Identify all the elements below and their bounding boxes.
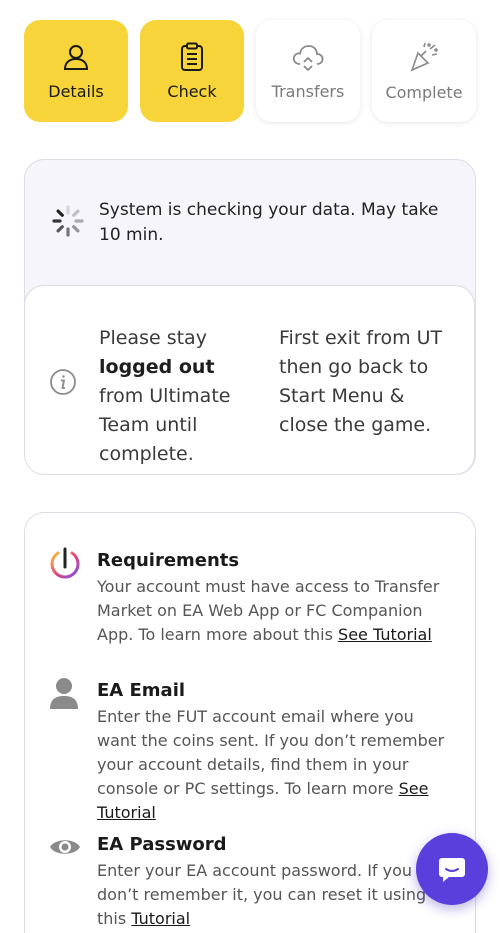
info-icon [50, 369, 76, 395]
see-tutorial-link[interactable]: See Tutorial [338, 625, 432, 644]
step-check-label: Check [167, 81, 217, 101]
requirement-item-requirements: Requirements Your account must have acce… [97, 549, 453, 647]
party-popper-icon [410, 42, 438, 71]
requirement-title: Requirements [97, 550, 240, 571]
notice-left-post: from Ultimate Team until complete. [99, 385, 231, 465]
status-message: System is checking your data. May take 1… [99, 200, 439, 245]
step-check[interactable]: Check [140, 20, 244, 122]
requirements-card: Requirements Your account must have acce… [24, 512, 476, 933]
step-transfers-label: Transfers [271, 81, 345, 101]
tutorial-link[interactable]: Tutorial [131, 909, 190, 928]
requirement-desc-text: Enter the FUT account email where you wa… [97, 707, 445, 798]
status-card: System is checking your data. May take 1… [24, 159, 476, 475]
user-icon [63, 44, 89, 70]
requirement-item-ea-password: EA Password Enter your EA account passwo… [97, 833, 453, 931]
requirement-desc: Enter the FUT account email where you wa… [97, 705, 453, 825]
notice-left-pre: Please stay [99, 327, 207, 349]
step-details-label: Details [48, 81, 104, 101]
step-details[interactable]: Details [24, 20, 128, 122]
step-complete[interactable]: Complete [372, 20, 476, 122]
step-tabs: Details Check Transfers Complete [24, 20, 476, 122]
loading-spinner-icon [52, 205, 84, 237]
notice-card: Please stay logged out from Ultimate Tea… [25, 285, 475, 474]
requirement-item-ea-email: EA Email Enter the FUT account email whe… [97, 679, 453, 825]
eye-icon [50, 840, 80, 854]
info-ring-icon [50, 547, 80, 579]
step-complete-label: Complete [385, 82, 463, 102]
notice-left-bold: logged out [99, 356, 215, 378]
cloud-sync-icon [292, 44, 324, 71]
notice-right-text: First exit from UT then go back to Start… [279, 327, 443, 436]
chat-button[interactable] [416, 833, 488, 905]
step-transfers[interactable]: Transfers [256, 20, 360, 122]
requirement-desc: Your account must have access to Transfe… [97, 575, 453, 647]
requirement-title: EA Email [97, 680, 186, 701]
chat-icon [439, 858, 465, 882]
requirement-desc: Enter your EA account password. If you d… [97, 859, 453, 931]
person-icon [50, 678, 78, 709]
notice-left-text: Please stay logged out from Ultimate Tea… [99, 324, 264, 469]
status-row: System is checking your data. May take 1… [51, 198, 451, 248]
clipboard-icon [181, 42, 203, 71]
requirement-title: EA Password [97, 834, 227, 855]
